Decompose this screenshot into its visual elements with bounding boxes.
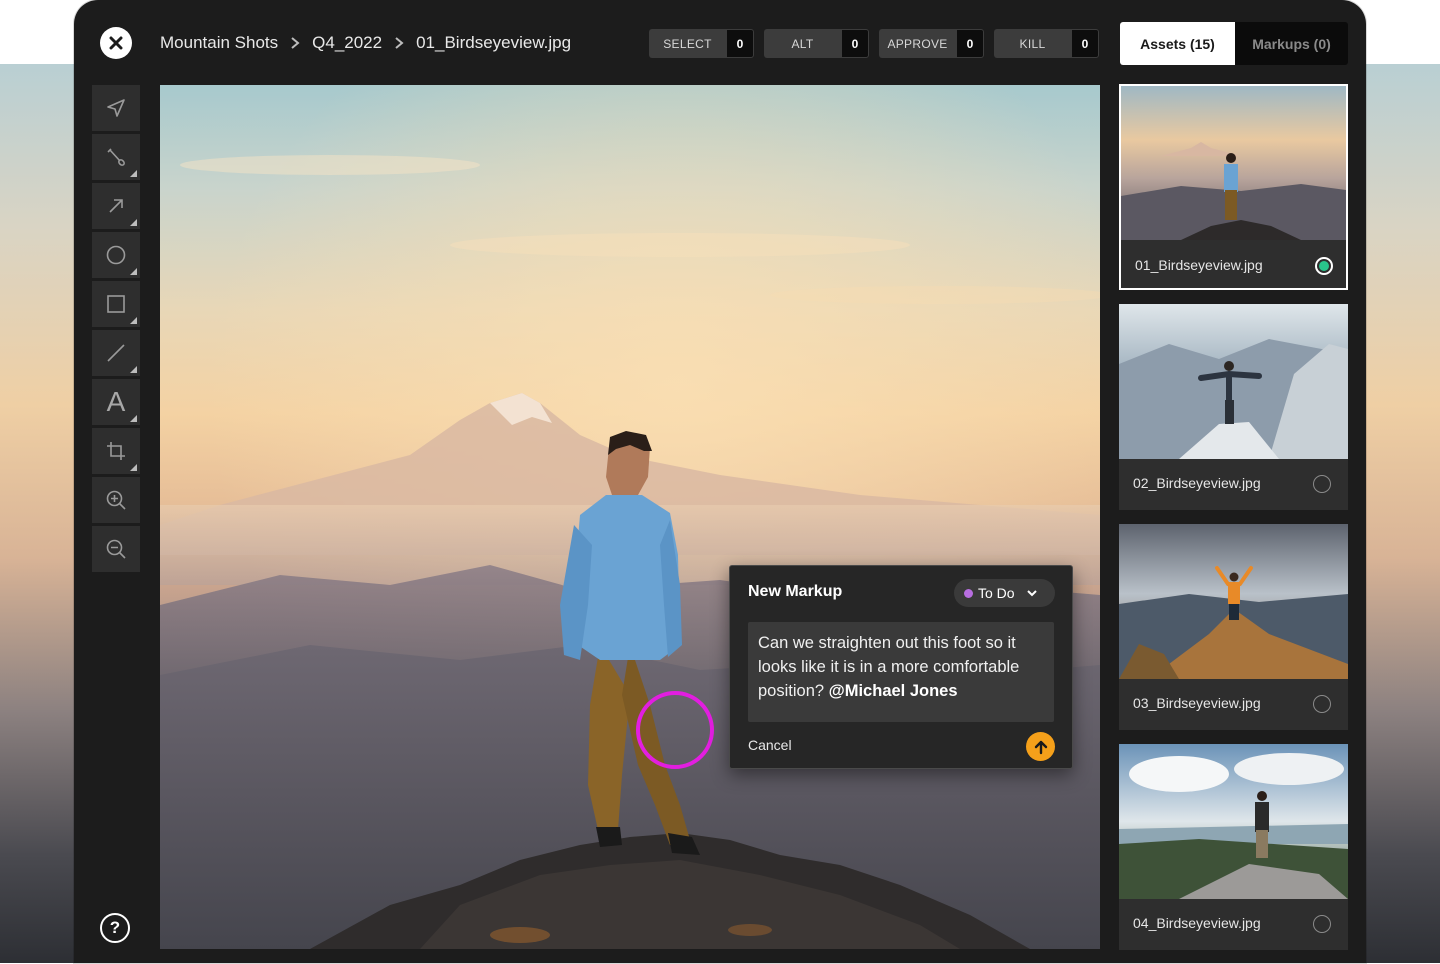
counter-approve[interactable]: APPROVE 0 xyxy=(879,29,984,58)
chevron-down-icon xyxy=(1026,590,1037,597)
asset-card[interactable]: 01_Birdseyeview.jpg xyxy=(1119,84,1348,290)
counter-value: 0 xyxy=(1071,29,1099,58)
markup-comment-input[interactable]: Can we straighten out this foot so it lo… xyxy=(748,622,1054,722)
status-dropdown[interactable]: To Do xyxy=(954,579,1055,607)
asset-filename: 02_Birdseyeview.jpg xyxy=(1133,475,1261,491)
asset-thumbnail xyxy=(1119,744,1348,899)
asset-select-radio[interactable] xyxy=(1315,257,1333,275)
counter-label: APPROVE xyxy=(879,29,956,58)
breadcrumb-item-project[interactable]: Mountain Shots xyxy=(160,33,278,53)
markup-toolbar: A xyxy=(92,85,140,575)
brush-icon xyxy=(107,148,125,166)
submit-markup-button[interactable] xyxy=(1026,732,1055,761)
new-markup-dialog: New Markup To Do Can we straighten out t… xyxy=(729,565,1073,769)
submenu-indicator xyxy=(130,464,137,471)
submenu-indicator xyxy=(130,415,137,422)
asset-card[interactable]: 03_Birdseyeview.jpg xyxy=(1119,524,1348,730)
arrow-up-icon xyxy=(1034,740,1047,754)
counter-select[interactable]: SELECT 0 xyxy=(649,29,754,58)
counter-label: ALT xyxy=(764,29,841,58)
counter-value: 0 xyxy=(841,29,869,58)
arrow-icon xyxy=(109,199,123,213)
counter-value: 0 xyxy=(956,29,984,58)
circle-icon xyxy=(106,245,126,265)
tool-text[interactable]: A xyxy=(92,379,140,425)
help-button[interactable]: ? xyxy=(100,913,130,943)
asset-filename: 01_Birdseyeview.jpg xyxy=(1135,257,1263,273)
counter-label: KILL xyxy=(994,29,1071,58)
close-icon xyxy=(109,36,123,50)
question-icon: ? xyxy=(109,918,121,937)
image-canvas[interactable] xyxy=(160,85,1100,949)
send-icon xyxy=(107,99,125,117)
submenu-indicator xyxy=(130,268,137,275)
review-counters: SELECT 0 ALT 0 APPROVE 0 KILL 0 xyxy=(649,29,1099,58)
submenu-indicator xyxy=(130,317,137,324)
tool-square[interactable] xyxy=(92,281,140,327)
tool-zoom-out[interactable] xyxy=(92,526,140,572)
counter-value: 0 xyxy=(726,29,754,58)
comment-mention[interactable]: @Michael Jones xyxy=(829,682,958,700)
counter-alt[interactable]: ALT 0 xyxy=(764,29,869,58)
assets-panel: 01_Birdseyeview.jpg 02_Birdseyeview.jpg xyxy=(1119,84,1348,964)
tool-zoom-in[interactable] xyxy=(92,477,140,523)
asset-thumbnail xyxy=(1121,86,1346,240)
zoom-in-icon xyxy=(106,490,126,510)
app-window: Mountain Shots Q4_2022 01_Birdseyeview.j… xyxy=(74,0,1366,963)
zoom-out-icon xyxy=(106,539,126,559)
counter-kill[interactable]: KILL 0 xyxy=(994,29,1099,58)
asset-filename: 04_Birdseyeview.jpg xyxy=(1133,915,1261,931)
status-dot xyxy=(964,588,973,598)
crop-icon xyxy=(107,442,125,460)
asset-card[interactable]: 04_Birdseyeview.jpg xyxy=(1119,744,1348,950)
asset-thumbnail xyxy=(1119,304,1348,459)
line-icon xyxy=(107,344,125,362)
submenu-indicator xyxy=(130,366,137,373)
text-icon: A xyxy=(106,386,126,417)
asset-filename: 03_Birdseyeview.jpg xyxy=(1133,695,1261,711)
counter-label: SELECT xyxy=(649,29,726,58)
tool-send[interactable] xyxy=(92,85,140,131)
chevron-right-icon xyxy=(286,34,304,52)
dialog-title: New Markup xyxy=(748,583,843,600)
asset-thumbnail xyxy=(1119,524,1348,679)
status-label: To Do xyxy=(978,585,1015,601)
tool-circle[interactable] xyxy=(92,232,140,278)
asset-select-radio[interactable] xyxy=(1313,915,1331,933)
tab-markups[interactable]: Markups (0) xyxy=(1235,22,1348,65)
breadcrumb-item-file: 01_Birdseyeview.jpg xyxy=(416,33,572,52)
submenu-indicator xyxy=(130,170,137,177)
asset-select-radio[interactable] xyxy=(1313,475,1331,493)
tool-brush[interactable] xyxy=(92,134,140,180)
panel-tabs: Assets (15) Markups (0) xyxy=(1120,22,1348,65)
submenu-indicator xyxy=(130,219,137,226)
tool-crop[interactable] xyxy=(92,428,140,474)
tool-line[interactable] xyxy=(92,330,140,376)
square-icon xyxy=(107,295,125,313)
tab-assets[interactable]: Assets (15) xyxy=(1120,22,1235,65)
close-button[interactable] xyxy=(100,27,132,59)
chevron-right-icon xyxy=(390,34,408,52)
cancel-button[interactable]: Cancel xyxy=(748,737,792,753)
asset-select-radio[interactable] xyxy=(1313,695,1331,713)
breadcrumb-item-folder[interactable]: Q4_2022 xyxy=(312,33,382,53)
tool-arrow[interactable] xyxy=(92,183,140,229)
asset-card[interactable]: 02_Birdseyeview.jpg xyxy=(1119,304,1348,510)
breadcrumb: Mountain Shots Q4_2022 01_Birdseyeview.j… xyxy=(160,31,571,55)
photo-hiker-on-summit xyxy=(160,85,1100,949)
